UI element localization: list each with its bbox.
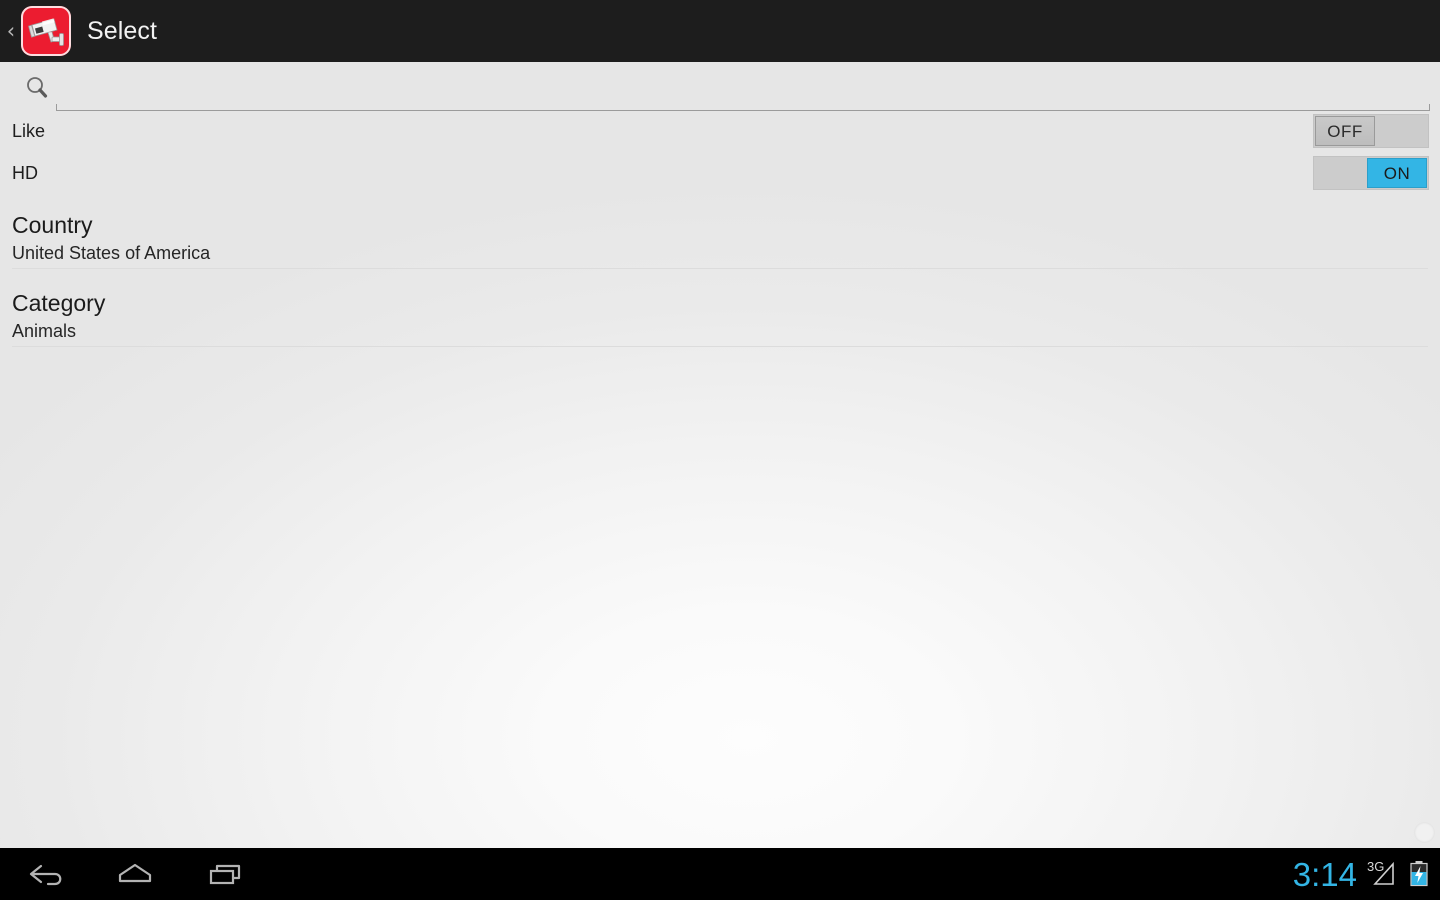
toggle-hd[interactable]: ON	[1313, 156, 1429, 190]
resize-handle[interactable]	[1415, 823, 1434, 842]
setting-row-hd[interactable]: HD ON	[0, 152, 1440, 194]
system-navigation-bar: 3:14 3G	[0, 848, 1440, 900]
status-clock: 3:14	[1292, 855, 1357, 893]
search-field[interactable]	[56, 70, 1430, 111]
home-icon[interactable]	[98, 855, 172, 893]
network-type-label: 3G	[1367, 859, 1385, 874]
search-icon[interactable]	[24, 75, 50, 101]
status-cluster[interactable]: 3:14 3G	[1293, 848, 1436, 900]
back-icon[interactable]	[9, 855, 83, 893]
setting-value-country: United States of America	[12, 243, 211, 263]
setting-label-hd: HD	[12, 163, 38, 183]
setting-row-like[interactable]: Like OFF	[0, 110, 1440, 152]
tablet-screen: ‹ Select Like OFF HD ON Country United S…	[0, 0, 1440, 900]
setting-label-like: Like	[12, 121, 46, 141]
action-bar: ‹ Select	[0, 0, 1440, 62]
setting-label-category: Category	[12, 290, 106, 316]
signal-triangle-icon: 3G	[1367, 859, 1401, 889]
divider	[12, 346, 1428, 347]
divider	[12, 268, 1428, 269]
setting-value-category: Animals	[12, 321, 77, 341]
back-chevron-icon[interactable]: ‹	[1, 20, 21, 42]
toggle-like-state: OFF	[1315, 116, 1375, 146]
setting-label-country: Country	[12, 212, 93, 238]
search-input[interactable]	[56, 70, 1430, 104]
recent-apps-icon[interactable]	[189, 855, 263, 893]
toggle-like[interactable]: OFF	[1313, 114, 1429, 148]
page-title: Select	[87, 16, 158, 45]
settings-content: Like OFF HD ON Country United States of …	[0, 62, 1440, 848]
battery-charging-icon	[1408, 859, 1430, 889]
security-camera-icon[interactable]	[21, 6, 71, 56]
toggle-hd-state: ON	[1367, 158, 1427, 188]
